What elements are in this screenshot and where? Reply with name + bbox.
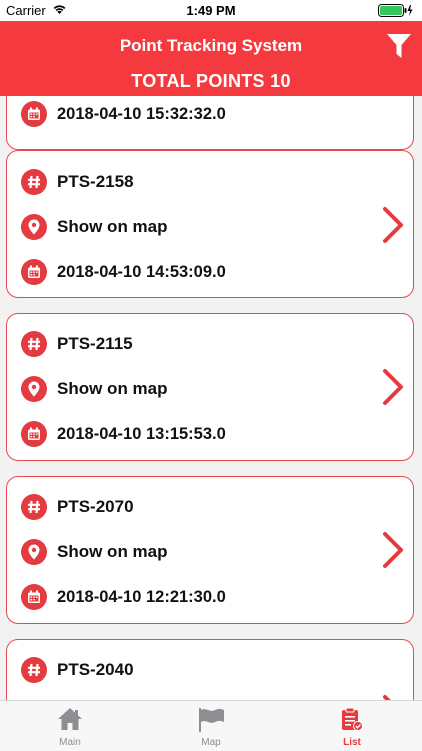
tab-map-label: Map — [201, 737, 221, 748]
chevron-right-icon[interactable] — [381, 206, 405, 244]
page-title: Point Tracking System — [119, 36, 303, 55]
map-pin-icon — [21, 214, 47, 240]
tab-map[interactable]: Map — [141, 701, 281, 751]
tab-list-label: List — [343, 737, 361, 748]
home-icon — [57, 707, 83, 736]
point-date: 2018-04-10 13:15:53.0 — [57, 424, 226, 443]
calendar-icon — [21, 101, 47, 127]
clock: 1:49 PM — [186, 3, 236, 18]
hash-icon — [21, 331, 47, 357]
date-row: 2018-04-10 14:53:09.0 — [21, 258, 226, 286]
calendar-icon — [21, 584, 47, 610]
hash-icon — [21, 169, 47, 195]
point-date: 2018-04-10 12:21:30.0 — [57, 587, 226, 606]
map-pin-icon — [21, 376, 47, 402]
id-row: PTS-2070 — [21, 493, 134, 521]
point-card[interactable]: PTS-2115 Show on map 2018-04-10 13:15:53… — [6, 313, 414, 461]
show-on-map-link[interactable]: Show on map — [57, 379, 168, 399]
point-date: 2018-04-10 15:32:32.0 — [57, 104, 226, 123]
date-row: 2018-04-10 13:15:53.0 — [21, 420, 226, 448]
point-card[interactable]: 2018-04-10 15:32:32.0 — [6, 96, 414, 150]
point-date: 2018-04-10 14:53:09.0 — [57, 262, 226, 281]
point-card[interactable]: PTS-2070 Show on map 2018-04-10 12:21:30… — [6, 476, 414, 624]
total-points-label: TOTAL POINTS 10 — [131, 71, 291, 91]
map-pin-icon — [21, 539, 47, 565]
tab-main[interactable]: Main — [0, 701, 140, 751]
show-on-map-row[interactable]: Show on map — [21, 375, 168, 403]
flag-icon — [197, 707, 225, 738]
point-id: PTS-2040 — [57, 660, 134, 679]
tab-bar: Main Map List — [0, 700, 422, 751]
chevron-right-icon[interactable] — [381, 531, 405, 569]
filter-icon[interactable] — [386, 32, 412, 60]
show-on-map-row[interactable]: Show on map — [21, 213, 168, 241]
date-row: 2018-04-10 12:21:30.0 — [21, 583, 226, 611]
calendar-icon — [21, 259, 47, 285]
status-bar: Carrier 1:49 PM — [0, 0, 422, 21]
hash-icon — [21, 657, 47, 683]
points-list[interactable]: 2018-04-10 15:32:32.0 PTS-2158 Show on m… — [0, 96, 422, 700]
date-row: 2018-04-10 15:32:32.0 — [21, 100, 226, 128]
point-card[interactable]: PTS-2040 — [6, 639, 414, 700]
point-card[interactable]: PTS-2158 Show on map 2018-04-10 14:53:09… — [6, 150, 414, 298]
point-id: PTS-2070 — [57, 497, 134, 516]
hash-icon — [21, 494, 47, 520]
id-row: PTS-2115 — [21, 330, 133, 358]
calendar-icon — [21, 421, 47, 447]
tab-list[interactable]: List — [282, 701, 422, 751]
clipboard-check-icon — [341, 707, 363, 736]
app-header: Point Tracking System TOTAL POINTS 10 — [0, 21, 422, 96]
show-on-map-link[interactable]: Show on map — [57, 542, 168, 562]
tab-main-label: Main — [59, 737, 81, 748]
id-row: PTS-2040 — [21, 656, 134, 684]
chevron-right-icon[interactable] — [381, 368, 405, 406]
show-on-map-row[interactable]: Show on map — [21, 538, 168, 566]
id-row: PTS-2158 — [21, 168, 134, 196]
point-id: PTS-2115 — [57, 334, 133, 353]
show-on-map-link[interactable]: Show on map — [57, 217, 168, 237]
battery-icon — [378, 4, 414, 20]
point-id: PTS-2158 — [57, 172, 134, 191]
